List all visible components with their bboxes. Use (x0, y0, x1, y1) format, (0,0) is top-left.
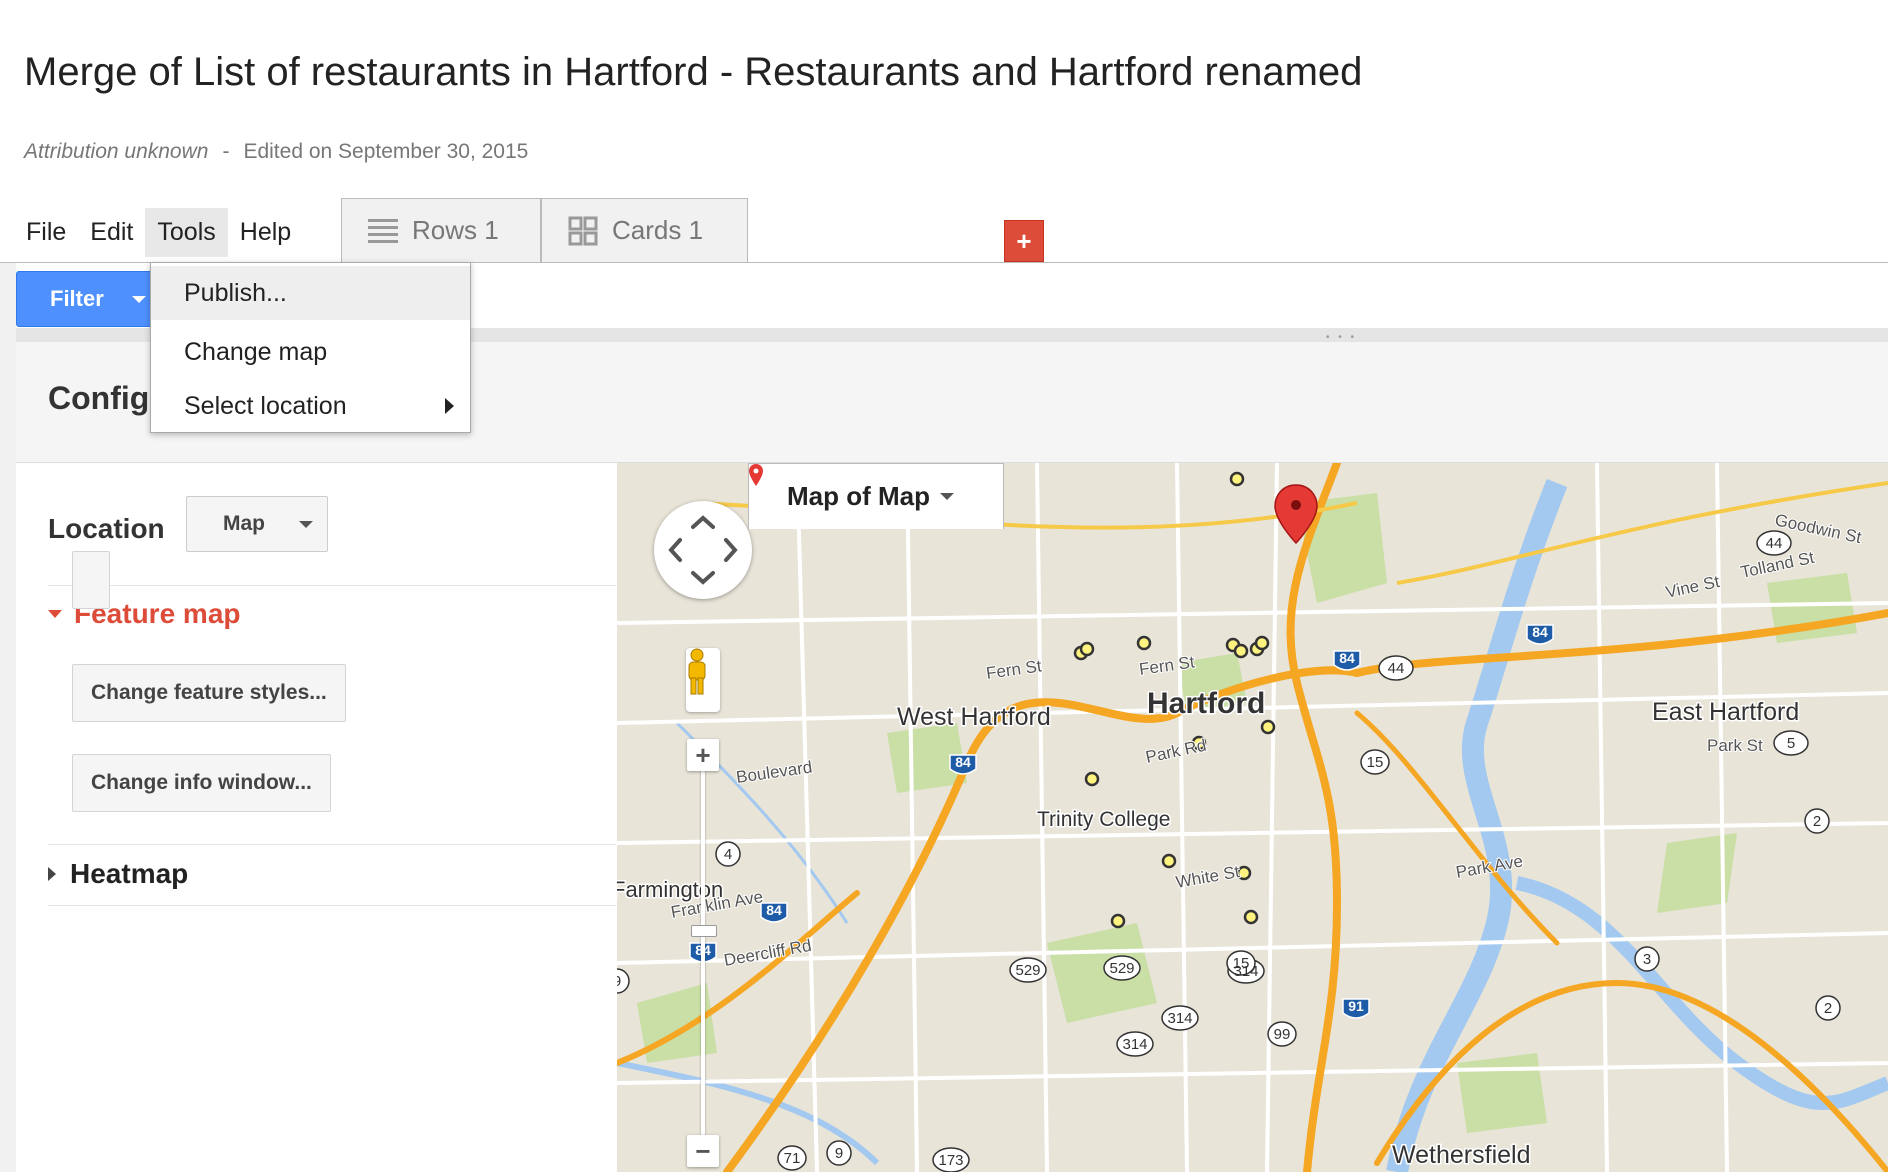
chevron-down-icon[interactable] (940, 493, 954, 500)
tab-cards-label: Cards 1 (612, 215, 704, 245)
tab-cards[interactable]: Cards 1 (541, 198, 748, 262)
config-title: Config (48, 380, 150, 416)
filter-label: Filter (50, 286, 104, 311)
attribution-text: Attribution unknown (24, 140, 209, 163)
separator: - (222, 140, 230, 163)
street-view-pegman-icon[interactable] (686, 648, 720, 712)
svg-text:5: 5 (1787, 735, 1795, 752)
tools-dropdown-menu: Publish... Change map Select location (150, 262, 471, 433)
map-config-sidebar: Location Map Feature map Change feature … (16, 463, 616, 1172)
tab-rows[interactable]: Rows 1 (341, 198, 541, 262)
zoom-slider-track[interactable] (701, 769, 705, 1145)
svg-text:15: 15 (1233, 955, 1250, 972)
change-feature-styles-button[interactable]: Change feature styles... (72, 664, 346, 722)
menu-tools[interactable]: Tools (145, 207, 228, 257)
svg-text:314: 314 (1122, 1036, 1147, 1053)
tab-map[interactable]: Map of Map (748, 463, 1004, 529)
svg-text:84: 84 (1339, 650, 1355, 666)
svg-text:91: 91 (1348, 998, 1364, 1014)
svg-text:9: 9 (617, 973, 621, 990)
pan-control[interactable] (654, 501, 752, 599)
menu-item-publish[interactable]: Publish... (151, 266, 470, 320)
map-canvas[interactable]: 84 84 84 84 84 91 (617, 463, 1888, 1172)
location-select[interactable]: Map (186, 496, 328, 552)
pan-arrows-icon (668, 515, 738, 585)
submenu-arrow-icon (445, 398, 454, 414)
svg-text:44: 44 (1766, 535, 1783, 552)
menu-help[interactable]: Help (228, 208, 303, 257)
svg-text:15: 15 (1367, 754, 1384, 771)
divider (48, 844, 616, 845)
select-location-label: Select location (184, 391, 347, 420)
divider (48, 905, 616, 906)
svg-text:71: 71 (784, 1150, 801, 1167)
city-label: Hartford (1147, 687, 1265, 720)
location-select-value: Map (223, 512, 265, 535)
city-label: East Hartford (1652, 698, 1799, 726)
chevron-down-icon (131, 295, 146, 303)
tab-rows-label: Rows 1 (412, 215, 499, 245)
menu-edit[interactable]: Edit (78, 208, 145, 257)
city-label: Wethersfield (1392, 1141, 1531, 1169)
expand-triangle-icon (48, 610, 62, 618)
collapse-triangle-icon (48, 867, 56, 881)
svg-text:314: 314 (1167, 1010, 1192, 1027)
svg-text:4: 4 (724, 846, 732, 863)
document-title: Merge of List of restaurants in Hartford… (24, 50, 1363, 94)
svg-text:Park St: Park St (1707, 736, 1763, 755)
svg-text:529: 529 (1015, 962, 1040, 979)
svg-text:2: 2 (1824, 1000, 1832, 1017)
svg-text:44: 44 (1388, 660, 1405, 677)
cards-icon (568, 216, 598, 246)
svg-text:84: 84 (955, 754, 971, 770)
divider (48, 585, 616, 586)
svg-text:529: 529 (1109, 960, 1134, 977)
change-info-window-button[interactable]: Change info window... (72, 754, 331, 812)
rows-icon (368, 218, 398, 244)
menubar: File Edit Tools Help (14, 206, 303, 258)
map-view[interactable]: 84 84 84 84 84 91 (617, 463, 1888, 1172)
menu-item-select-location[interactable]: Select location (151, 379, 470, 433)
city-label: West Hartford (897, 703, 1051, 731)
zoom-out-button[interactable]: − (687, 1135, 719, 1167)
heatmap-toggle[interactable]: Heatmap (48, 858, 188, 890)
svg-text:84: 84 (766, 902, 782, 918)
document-subtitle: Attribution unknown - Edited on September … (24, 140, 528, 164)
zoom-in-button[interactable]: + (687, 739, 719, 771)
zoom-slider-thumb[interactable] (691, 925, 717, 937)
svg-text:3: 3 (1643, 951, 1651, 968)
menu-item-change-map[interactable]: Change map (151, 325, 470, 379)
chevron-down-icon (299, 520, 313, 528)
left-gutter (0, 263, 16, 1172)
filter-button[interactable]: Filter (16, 271, 154, 327)
svg-text:2: 2 (1813, 813, 1821, 830)
poi-label: Trinity College (1037, 808, 1170, 831)
heatmap-label: Heatmap (70, 858, 189, 889)
svg-text:9: 9 (835, 1145, 843, 1162)
edited-date: Edited on September 30, 2015 (243, 140, 529, 163)
tab-map-label: Map of Map (787, 481, 930, 511)
svg-text:99: 99 (1274, 1026, 1291, 1043)
svg-text:173: 173 (938, 1152, 963, 1169)
svg-text:84: 84 (1532, 624, 1548, 640)
menu-file[interactable]: File (14, 208, 78, 257)
location-label: Location (48, 513, 165, 544)
add-tab-button[interactable]: + (1004, 220, 1044, 262)
